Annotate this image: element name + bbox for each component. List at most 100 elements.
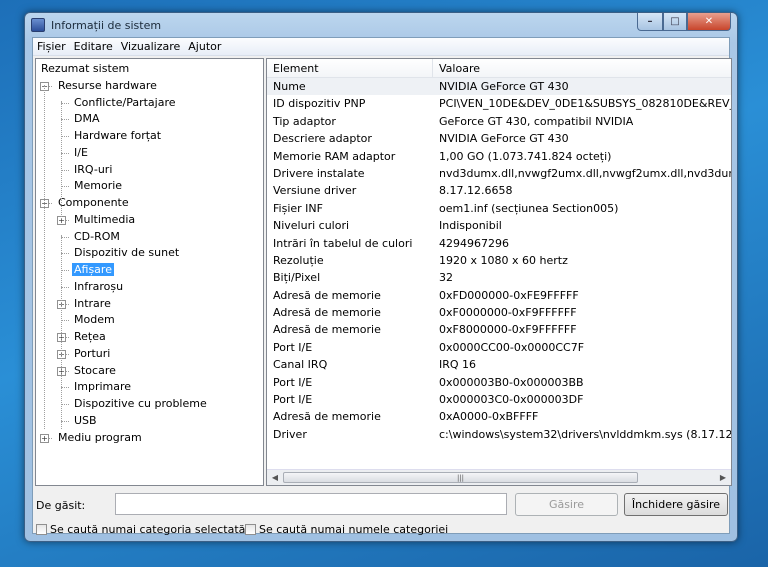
element-cell: Adresă de memorie xyxy=(273,323,381,337)
tree-item[interactable]: Dispozitive cu probleme xyxy=(72,396,209,412)
tree-connector xyxy=(61,236,69,238)
search-category-names-checkbox[interactable]: Se caută numai numele categoriei xyxy=(245,523,448,536)
tree-connector xyxy=(44,85,45,429)
horizontal-scrollbar[interactable]: ◀ ||| ▶ xyxy=(267,469,731,485)
element-cell: Memorie RAM adaptor xyxy=(273,149,396,163)
menu-view[interactable]: Vizualizare xyxy=(117,40,185,53)
tree-item-label: IRQ-uri xyxy=(74,162,113,176)
scroll-right-icon[interactable]: ▶ xyxy=(716,471,730,485)
table-row[interactable]: Port I/E 0x000003B0-0x000003BB xyxy=(267,374,731,391)
tree-item[interactable]: Porturi xyxy=(72,346,112,362)
table-row[interactable]: Descriere adaptor NVIDIA GeForce GT 430 xyxy=(267,130,731,147)
table-row[interactable]: Adresă de memorie 0xA0000-0xBFFFF xyxy=(267,408,731,425)
value-cell: 0xFD000000-0xFE9FFFFF xyxy=(439,288,579,302)
table-row[interactable]: Adresă de memorie 0xFD000000-0xFE9FFFFF xyxy=(267,287,731,304)
table-row[interactable]: Adresă de memorie 0xF0000000-0xF9FFFFFF xyxy=(267,304,731,321)
tree-item[interactable]: Modem xyxy=(72,312,117,328)
minimize-button[interactable]: – xyxy=(637,13,663,31)
tree-connector xyxy=(61,270,69,271)
table-row[interactable]: ID dispozitiv PNP PCI\VEN_10DE&DEV_0DE1&S… xyxy=(267,95,731,112)
table-row[interactable]: Intrări în tabelul de culori 4294967296 xyxy=(267,235,731,252)
find-label: De găsit: xyxy=(36,499,86,512)
tree-item[interactable]: Resurse hardware xyxy=(56,78,159,94)
menu-edit[interactable]: Editare xyxy=(70,40,117,53)
value-cell: IRQ 16 xyxy=(439,358,477,372)
table-row[interactable]: Port I/E 0x000003C0-0x000003DF xyxy=(267,391,731,408)
table-row[interactable]: Memorie RAM adaptor 1,00 GO (1.073.741.82… xyxy=(267,148,731,165)
table-row[interactable]: Drivere instalate nvd3dumx.dll,nvwgf2umx.… xyxy=(267,165,731,182)
value-cell: 0xF8000000-0xF9FFFFFF xyxy=(439,323,577,337)
tree-item-label: USB xyxy=(74,413,97,427)
tree-item[interactable]: Memorie xyxy=(72,178,124,194)
tree-connector xyxy=(61,235,62,429)
table-row[interactable]: Fișier INF oem1.inf (secțiunea Section005… xyxy=(267,200,731,217)
tree-item-label: Dispozitiv de sunet xyxy=(74,246,180,260)
value-cell: NVIDIA GeForce GT 430 xyxy=(439,132,569,146)
category-tree: Rezumat sistem Resurse hardware − Conflicte… xyxy=(35,58,264,486)
tree-item[interactable]: CD-ROM xyxy=(72,229,122,245)
checkbox-box[interactable] xyxy=(245,524,256,535)
tree-item[interactable]: Hardware forțat xyxy=(72,128,163,144)
tree-item[interactable]: Dispozitiv de sunet xyxy=(72,245,181,261)
tree-connector xyxy=(61,420,69,422)
tree-item-label: Componente xyxy=(58,196,129,209)
tree-connector xyxy=(61,101,62,219)
menu-file[interactable]: Fișier xyxy=(33,40,70,53)
tree-item-label: Memorie xyxy=(74,179,123,193)
find-input[interactable] xyxy=(115,493,507,515)
tree-connector xyxy=(61,152,69,154)
tree-item[interactable]: Intrare xyxy=(72,296,113,312)
element-cell: Port I/E xyxy=(273,393,313,407)
menu-help[interactable]: Ajutor xyxy=(184,40,225,53)
value-cell: GeForce GT 430, compatibil NVIDIA xyxy=(439,114,634,128)
value-cell: 8.17.12.6658 xyxy=(439,184,513,198)
element-cell: Rezoluție xyxy=(273,253,324,267)
table-row[interactable]: Driver c:\windows\system32\drivers\nvlddm… xyxy=(267,426,731,443)
tree-item-label: Modem xyxy=(74,313,115,327)
scrollbar-thumb[interactable]: ||| xyxy=(283,472,638,483)
tree-item[interactable]: Stocare xyxy=(72,363,118,379)
maximize-button[interactable]: □ xyxy=(663,13,687,31)
table-row[interactable]: Port I/E 0x0000CC00-0x0000CC7F xyxy=(267,339,731,356)
window-title: Informații de sistem xyxy=(51,18,162,32)
tree-item[interactable]: Imprimare xyxy=(72,379,133,395)
find-button[interactable]: Găsire xyxy=(515,493,618,516)
column-header-element[interactable]: Element xyxy=(267,59,433,77)
tree-item[interactable]: Componente xyxy=(56,195,131,211)
tree-item[interactable]: Afișare xyxy=(72,262,114,278)
close-button[interactable]: ✕ xyxy=(687,13,731,31)
table-row[interactable]: Nume NVIDIA GeForce GT 430 xyxy=(267,78,731,96)
value-cell: nvd3dumx.dll,nvwgf2umx.dll,nvwgf2umx.dll… xyxy=(439,166,731,180)
tree-item[interactable]: IRQ-uri xyxy=(72,162,114,178)
table-row[interactable]: Versiune driver 8.17.12.6658 xyxy=(267,182,731,199)
table-row[interactable]: Niveluri culori Indisponibil xyxy=(267,217,731,234)
tree-item[interactable]: DMA xyxy=(72,111,102,127)
tree-item[interactable]: Conflicte/Partajare xyxy=(72,95,178,111)
search-selected-category-checkbox[interactable]: Se caută numai categoria selectată xyxy=(36,523,245,536)
table-row[interactable]: Rezoluție 1920 x 1080 x 60 hertz xyxy=(267,252,731,269)
table-row[interactable]: Biți/Pixel 32 xyxy=(267,269,731,286)
tree-connector xyxy=(61,102,69,104)
tree-item[interactable]: USB xyxy=(72,413,99,429)
table-row[interactable]: Canal IRQ IRQ 16 xyxy=(267,356,731,373)
table-row[interactable]: Tip adaptor GeForce GT 430, compatibil NV… xyxy=(267,113,731,130)
tree-item-label: Dispozitive cu probleme xyxy=(74,397,207,410)
checkbox-label: Se caută numai numele categoriei xyxy=(259,523,449,536)
tree-item[interactable]: Mediu program xyxy=(56,430,144,446)
table-row[interactable]: Adresă de memorie 0xF8000000-0xF9FFFFFF xyxy=(267,321,731,338)
scroll-left-icon[interactable]: ◀ xyxy=(268,471,282,485)
tree-item[interactable]: Rețea xyxy=(72,329,108,345)
close-find-button[interactable]: Închidere găsire xyxy=(624,493,728,516)
column-header-value[interactable]: Valoare xyxy=(433,59,480,77)
checkbox-box[interactable] xyxy=(36,524,47,535)
tree-item-label: Intrare xyxy=(74,296,111,310)
element-cell: Adresă de memorie xyxy=(273,410,381,424)
value-cell: 0x0000CC00-0x0000CC7F xyxy=(439,340,585,354)
tree-item[interactable]: Infraroșu xyxy=(72,279,125,295)
tree-item[interactable]: I/E xyxy=(72,145,90,161)
tree-item[interactable]: Multimedia xyxy=(72,212,137,228)
tree-item[interactable]: Rezumat sistem xyxy=(39,61,131,77)
expand-icon[interactable]: + xyxy=(40,433,49,443)
tree-item-label: Rezumat sistem xyxy=(41,62,130,75)
tree-connector xyxy=(61,404,69,405)
